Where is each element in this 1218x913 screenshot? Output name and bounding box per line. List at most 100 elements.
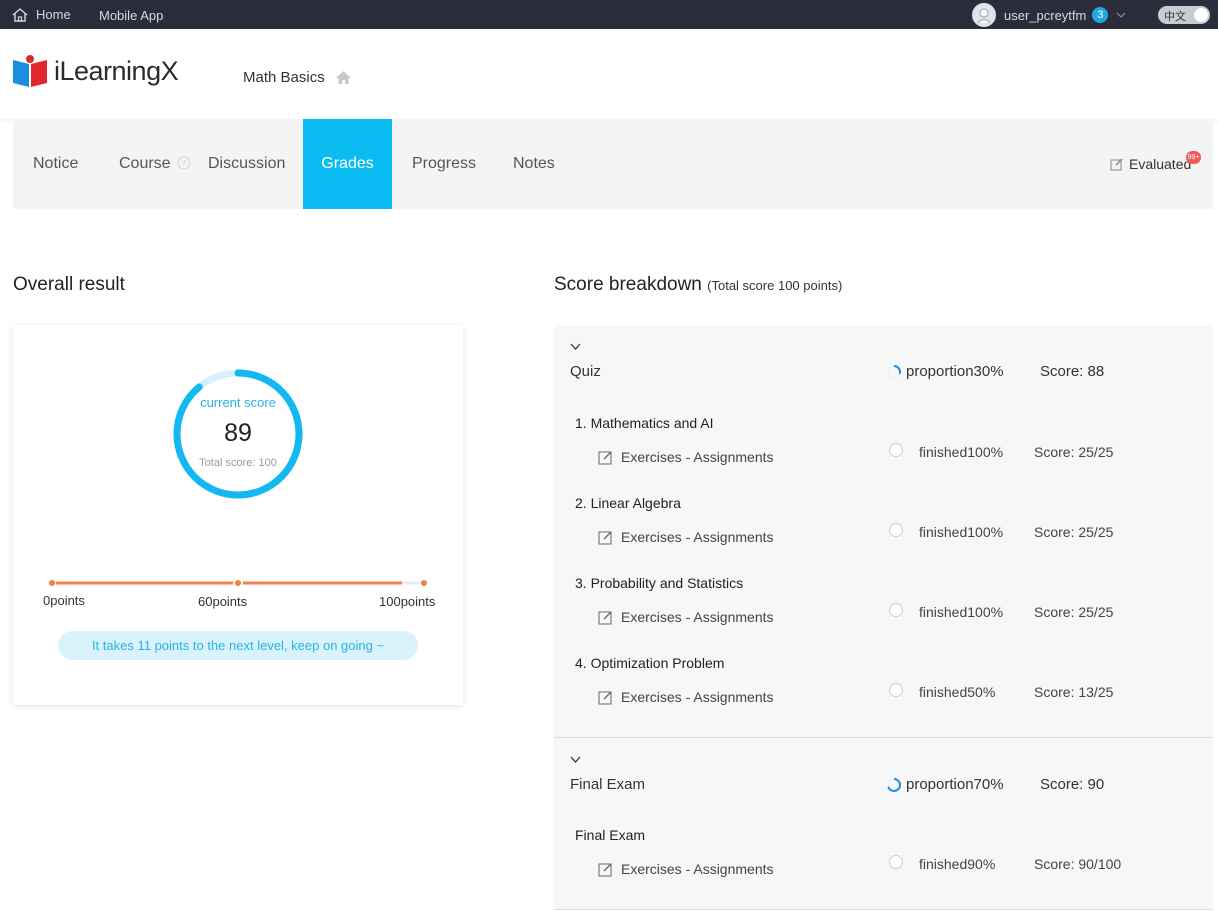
item-title: 1. Mathematics and AI [575,415,714,431]
tab-notice[interactable]: Notice [33,119,78,209]
header: iLearningX Math Basics [0,29,1218,119]
avatar[interactable] [972,3,996,27]
group-divider [554,909,1213,910]
group-proportion: proportion70% [886,776,1004,793]
item-subtask[interactable]: Exercises - Assignments [598,689,774,705]
language-label: 中文 [1164,11,1186,23]
item-finished: finished100% [919,444,1004,460]
item-subtask-label: Exercises - Assignments [621,861,774,877]
item-title: 4. Optimization Problem [575,655,725,671]
edit-icon [598,691,612,704]
level-marker-0 [49,580,55,586]
edit-icon [598,863,612,876]
completion-circle [889,523,903,537]
language-toggle[interactable]: 中文 [1158,6,1210,24]
course-title: Math Basics [243,69,352,86]
group-proportion-text: proportion70% [906,776,1004,793]
tab-course[interactable]: Course ? [119,119,191,209]
overall-result-title: Overall result [13,274,125,295]
current-score-value: 89 [224,419,252,447]
completion-circle [889,443,903,457]
item-score: Score: 25/25 [1034,604,1114,620]
tab-notes[interactable]: Notes [513,119,555,209]
notification-badge[interactable]: 3 [1092,7,1109,23]
chevron-down-icon[interactable] [1116,11,1126,19]
edit-icon [598,611,612,624]
edit-icon [1110,158,1123,171]
user-menu[interactable]: user_pcreytfm 3 [972,3,1126,27]
logo-book-icon [13,55,47,87]
logo[interactable]: iLearningX [12,54,179,88]
item-subtask[interactable]: Exercises - Assignments [598,861,774,877]
item-title: Final Exam [575,827,646,843]
course-tabs: Notice Course ? Discussion Grades Progre… [13,119,1213,209]
group-title: Quiz [570,363,601,380]
toggle-knob [1194,8,1208,22]
completion-circle [889,603,903,617]
collapse-toggle[interactable] [570,752,581,766]
item-subtask-label: Exercises - Assignments [621,449,774,465]
total-score-label: Total score: 100 [199,457,277,469]
overall-result-card: current score 89 Total score: 100 0point… [13,325,463,705]
current-score-label: current score [200,395,276,410]
level-label-100: 100points [379,594,436,609]
proportion-ring-icon [887,777,901,792]
info-icon: ? [177,156,191,170]
item-finished: finished100% [919,524,1004,540]
group-proportion-text: proportion30% [906,363,1004,380]
item-subtask-label: Exercises - Assignments [621,689,774,705]
item-subtask-label: Exercises - Assignments [621,609,774,625]
item-score: Score: 25/25 [1034,444,1114,460]
evaluated-badge: 99+ [1186,151,1201,164]
collapse-toggle[interactable] [570,339,581,353]
completion-circle [889,683,903,697]
score-breakdown-title: Score breakdown (Total score 100 points) [554,274,842,296]
tab-progress[interactable]: Progress [412,119,476,209]
home-link[interactable]: Home [12,7,71,22]
tab-discussion[interactable]: Discussion [208,119,285,209]
item-subtask-label: Exercises - Assignments [621,529,774,545]
chevron-down-icon[interactable] [570,756,581,763]
tab-grades[interactable]: Grades [303,119,392,209]
svg-text:?: ? [182,159,186,168]
user-avatar-icon [977,8,991,23]
level-progress-bar [49,580,427,586]
item-finished: finished100% [919,604,1004,620]
evaluated-link[interactable]: Evaluated [1110,156,1191,172]
home-icon[interactable] [335,70,352,85]
proportion-ring-icon [887,364,901,379]
item-title: 3. Probability and Statistics [575,575,744,591]
score-breakdown-subtitle: (Total score 100 points) [707,278,843,293]
item-subtask[interactable]: Exercises - Assignments [598,449,774,465]
score-breakdown-heading: Score breakdown [554,274,702,295]
chevron-down-icon[interactable] [570,343,581,350]
edit-icon [598,451,612,464]
breakdown-group-quiz: Quiz proportion30% Score: 88 1. Mathemat… [554,325,1213,737]
item-score: Score: 13/25 [1034,684,1114,700]
tab-course-label: Course [119,155,171,172]
group-score: Score: 90 [1040,776,1105,793]
group-proportion: proportion30% [886,363,1004,380]
item-score: Score: 90/100 [1034,856,1122,872]
username[interactable]: user_pcreytfm [1004,8,1086,23]
top-bar: Home Mobile App user_pcreytfm 3 中文 [0,0,1218,29]
item-score: Score: 25/25 [1034,524,1114,540]
breakdown-group-final-exam: Final Exam proportion70% Score: 90 Final… [554,738,1213,909]
home-icon [12,7,28,22]
item-subtask[interactable]: Exercises - Assignments [598,529,774,545]
level-label-60: 60points [198,594,248,609]
level-marker-60 [235,580,241,586]
item-subtask[interactable]: Exercises - Assignments [598,609,774,625]
edit-icon [598,531,612,544]
item-finished: finished50% [919,684,996,700]
course-title-text: Math Basics [243,69,325,86]
level-marker-100 [421,580,427,586]
mobile-app-link[interactable]: Mobile App [99,8,163,23]
next-level-tip: It takes 11 points to the next level, ke… [58,631,418,660]
completion-circle [889,855,903,869]
level-label-0: 0points [43,593,85,608]
evaluated-label: Evaluated [1129,156,1192,172]
home-label: Home [36,7,71,22]
item-finished: finished90% [919,856,996,872]
item-title: 2. Linear Algebra [575,495,681,511]
